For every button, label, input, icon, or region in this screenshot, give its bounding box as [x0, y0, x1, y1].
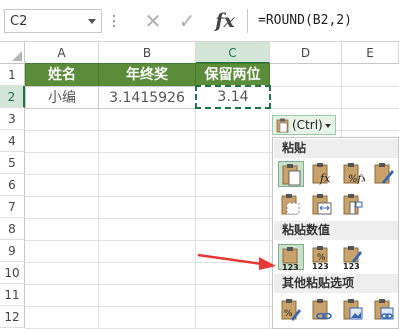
row-header[interactable]: 2 [0, 86, 25, 108]
row-header[interactable]: 4 [0, 130, 25, 152]
chevron-down-icon[interactable] [88, 19, 96, 24]
transpose-icon[interactable] [340, 192, 366, 218]
paste-link-icon[interactable] [309, 297, 335, 323]
name-box[interactable]: C2 [4, 9, 102, 33]
formatting-icon[interactable]: % [278, 297, 304, 323]
picture-icon[interactable] [340, 297, 366, 323]
values-number-format-icon[interactable]: % 123 [309, 244, 335, 271]
values-source-formatting-icon[interactable]: 123 [340, 244, 366, 271]
close-icon[interactable]: ✕ [140, 9, 166, 33]
row-header[interactable]: 3 [0, 108, 25, 130]
formula-text: =ROUND(B2,2) [258, 13, 352, 28]
paste-options-menu: 粘贴 粘贴数值 其他粘贴选项 fx %fx 123 % 123 123 % [272, 137, 399, 329]
keep-source-formatting-icon[interactable] [371, 161, 397, 187]
row-header[interactable]: 5 [0, 152, 25, 174]
row-header[interactable]: 12 [0, 306, 25, 328]
paste-options-label: (Ctrl) [292, 118, 323, 132]
cell-a2[interactable]: 小编 [25, 86, 99, 109]
section-other-title: 其他粘贴选项 [274, 274, 398, 293]
clipboard-icon [276, 118, 289, 133]
row-header[interactable]: 1 [0, 64, 25, 86]
svg-text:123: 123 [282, 263, 299, 272]
select-all-button[interactable] [0, 42, 25, 64]
cell-c2[interactable]: 3.14 [195, 85, 271, 109]
cell-a1[interactable]: 姓名 [25, 63, 99, 87]
splitter-handle[interactable] [113, 15, 116, 29]
row-header[interactable]: 11 [0, 284, 25, 306]
keep-column-widths-icon[interactable] [309, 192, 335, 218]
cell-b2[interactable]: 3.1415926 [98, 86, 196, 109]
insert-function-button[interactable]: fx [212, 9, 238, 33]
svg-text:fx: fx [319, 172, 331, 185]
svg-text:123: 123 [312, 262, 329, 271]
row-header[interactable]: 6 [0, 174, 25, 196]
column-header-d[interactable]: D [270, 42, 342, 64]
section-paste-title: 粘贴 [274, 139, 398, 158]
row-header[interactable]: 7 [0, 196, 25, 218]
chevron-down-icon [325, 124, 331, 128]
row-header[interactable]: 10 [0, 262, 25, 284]
column-header-a[interactable]: A [25, 42, 99, 64]
linked-picture-icon[interactable] [371, 297, 397, 323]
row-header[interactable]: 8 [0, 218, 25, 240]
column-header-b[interactable]: B [99, 42, 196, 64]
column-header-c[interactable]: C [196, 42, 270, 64]
svg-text:%fx: %fx [348, 174, 365, 185]
cell-b1[interactable]: 年终奖 [98, 63, 196, 87]
paste-formulas-number-format-icon[interactable]: %fx [340, 161, 366, 187]
no-borders-icon[interactable] [278, 192, 304, 218]
annotation-arrow [197, 253, 276, 270]
formula-bar: C2 ✕ ✓ fx =ROUND(B2,2) [0, 0, 399, 42]
svg-text:123: 123 [343, 262, 360, 271]
cell-c1[interactable]: 保留两位 [195, 63, 270, 87]
paste-values-icon[interactable]: 123 [278, 244, 304, 272]
section-values-title: 粘贴数值 [274, 221, 398, 240]
column-header-e[interactable]: E [342, 42, 399, 64]
paste-icon[interactable] [278, 161, 304, 187]
formula-input[interactable]: =ROUND(B2,2) [247, 9, 399, 33]
check-icon[interactable]: ✓ [174, 9, 200, 33]
svg-text:%: % [284, 309, 293, 319]
row-header[interactable]: 9 [0, 240, 25, 262]
paste-formulas-icon[interactable]: fx [309, 161, 335, 187]
paste-options-button[interactable]: (Ctrl) [272, 115, 336, 135]
name-box-value: C2 [10, 14, 28, 29]
